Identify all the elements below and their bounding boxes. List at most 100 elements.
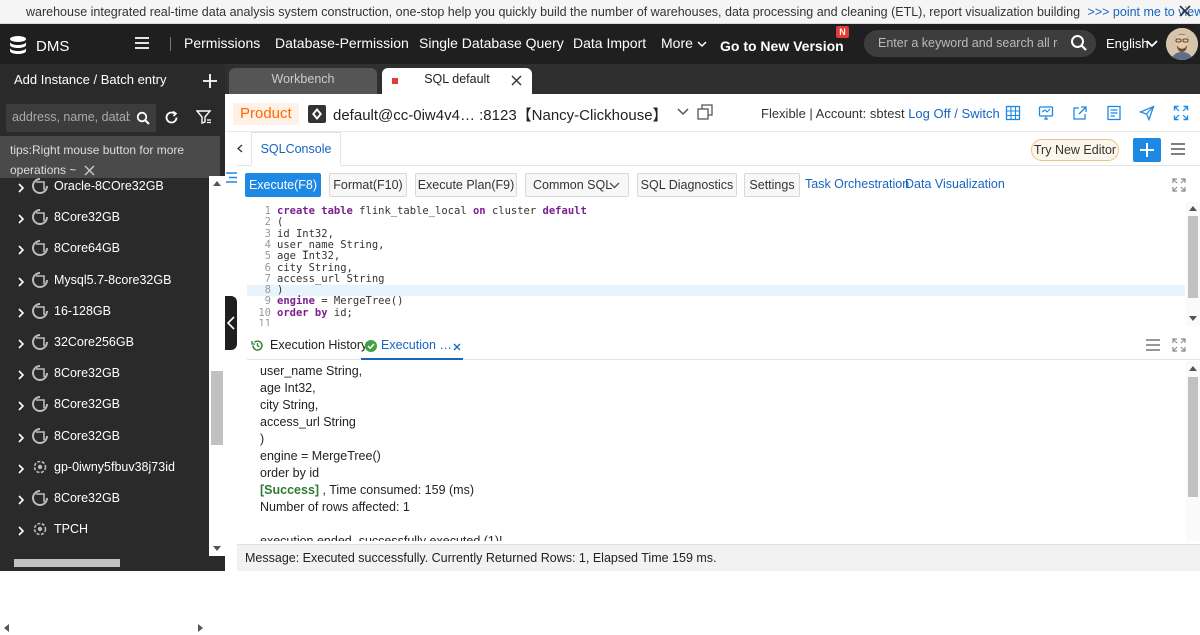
chevron-right-icon[interactable]	[18, 308, 24, 318]
monitor-chat-icon[interactable]	[1038, 105, 1054, 121]
sidebar-item-instance[interactable]: 8Core32GB	[0, 390, 208, 421]
chevron-right-icon[interactable]	[18, 370, 24, 380]
add-instance-link[interactable]: Add Instance / Batch entry	[14, 72, 166, 87]
code-line: 6 city String,	[247, 262, 1185, 274]
external-link-icon[interactable]	[1072, 105, 1088, 121]
search-icon[interactable]	[1070, 34, 1088, 52]
sidebar-scroll-thumb[interactable]	[211, 371, 223, 445]
close-icon[interactable]	[511, 75, 522, 86]
language-selector[interactable]: English	[1106, 36, 1149, 51]
execute-plan-button[interactable]: Execute Plan(F9)	[415, 173, 517, 197]
chevron-right-icon[interactable]	[18, 214, 24, 224]
tab-workbench[interactable]: Workbench	[229, 68, 377, 94]
sidebar-item-instance[interactable]: 8Core64GB	[0, 234, 208, 265]
hamburger-menu-icon[interactable]	[135, 37, 149, 49]
sidebar-horizontal-scrollbar[interactable]	[0, 620, 209, 635]
editor-scroll-thumb[interactable]	[1188, 216, 1198, 298]
task-orchestration-link[interactable]: Task Orchestration	[805, 177, 909, 191]
nav-data-import[interactable]: Data Import	[573, 35, 646, 51]
sidebar-scrollbar[interactable]	[209, 176, 225, 556]
chevron-right-icon[interactable]	[18, 401, 24, 411]
chevron-right-icon[interactable]	[18, 464, 24, 474]
nav-permissions[interactable]: Permissions	[184, 35, 260, 51]
format-button[interactable]: Format(F10)	[329, 173, 407, 197]
expand-icon[interactable]	[1172, 178, 1186, 192]
scroll-right-arrow-icon[interactable]	[198, 624, 204, 632]
execute-button[interactable]: Execute(F8)	[245, 173, 321, 197]
try-new-editor-button[interactable]: Try New Editor	[1031, 139, 1119, 161]
sidebar-item-instance[interactable]: TPCH	[0, 515, 208, 546]
sidebar-item-instance[interactable]: 8Core32GB	[0, 422, 208, 453]
document-list-icon[interactable]	[1106, 105, 1122, 121]
switch-link[interactable]: Switch	[961, 106, 999, 121]
sidebar-hscroll-thumb[interactable]	[14, 559, 120, 567]
status-bar: Message: Executed successfully. Currentl…	[237, 544, 1200, 571]
close-icon[interactable]	[1178, 4, 1192, 18]
scroll-left-arrow-icon[interactable]	[3, 624, 9, 632]
chevron-down-icon[interactable]	[1146, 40, 1158, 48]
code-line: 7 access_url String	[247, 273, 1185, 285]
scroll-up-arrow-icon[interactable]	[1189, 365, 1197, 371]
sidebar-item-instance[interactable]: 32Core256GB	[0, 328, 208, 359]
menu-icon[interactable]	[1171, 143, 1185, 155]
scroll-down-arrow-icon[interactable]	[213, 546, 221, 552]
filter-icon[interactable]	[196, 109, 212, 125]
search-icon[interactable]	[136, 111, 150, 125]
scroll-up-arrow-icon[interactable]	[1189, 205, 1197, 211]
data-visualization-link[interactable]: Data Visualization	[905, 177, 1005, 191]
scroll-down-arrow-icon[interactable]	[1189, 316, 1197, 322]
expand-icon[interactable]	[1172, 338, 1186, 352]
sidebar-item-instance[interactable]: 8Core32GB	[0, 484, 208, 515]
dms-logo[interactable]: DMS	[6, 34, 69, 58]
tab-sqlconsole[interactable]: SQLConsole	[251, 132, 341, 166]
chevron-right-icon[interactable]	[18, 433, 24, 443]
instance-search-input[interactable]	[12, 110, 130, 124]
result-scroll-thumb[interactable]	[1188, 377, 1198, 497]
sidebar-item-instance[interactable]: 8Core32GB	[0, 203, 208, 234]
sidebar-collapse-handle[interactable]	[225, 296, 237, 350]
chevron-right-icon[interactable]	[18, 495, 24, 505]
rows-affected: Number of rows affected: 1	[260, 500, 410, 514]
sidebar-item-instance[interactable]: 16-128GB	[0, 297, 208, 328]
chevron-left-icon[interactable]	[237, 144, 243, 153]
sql-text: )	[277, 284, 284, 297]
sql-diagnostics-button[interactable]: SQL Diagnostics	[637, 173, 737, 197]
chevron-right-icon[interactable]	[18, 277, 24, 287]
tab-execution-result[interactable]: Execution …	[381, 338, 452, 352]
chevron-down-icon[interactable]	[677, 108, 689, 116]
chevron-right-icon[interactable]	[18, 526, 24, 536]
send-icon[interactable]	[1139, 105, 1155, 121]
sql-editor[interactable]: 1 create table flink_table_local on clust…	[247, 202, 1185, 326]
sidebar-item-label: 32Core256GB	[54, 335, 134, 349]
scroll-up-arrow-icon[interactable]	[213, 180, 221, 186]
settings-button[interactable]: Settings	[744, 173, 800, 197]
sidebar-item-label: 8Core32GB	[54, 210, 121, 225]
global-search-input[interactable]	[878, 36, 1058, 50]
nav-more[interactable]: More	[661, 35, 693, 51]
nav-single-database-query[interactable]: Single Database Query	[419, 35, 564, 51]
add-console-button[interactable]	[1133, 138, 1161, 162]
table-grid-icon[interactable]	[1005, 105, 1021, 121]
common-sql-dropdown[interactable]: Common SQL	[525, 173, 629, 197]
tab-sql-default[interactable]: SQL default	[382, 68, 532, 94]
sidebar-item-instance[interactable]: Mysql5.7-8core32GB	[0, 266, 208, 297]
menu-icon[interactable]	[1146, 339, 1160, 351]
sidebar-item-instance[interactable]: 8Core32GB	[0, 359, 208, 390]
database-selector[interactable]: default@cc-0iw4v4… :8123【Nancy-Clickhous…	[333, 104, 668, 125]
chevron-right-icon[interactable]	[18, 245, 24, 255]
nav-database-permission[interactable]: Database-Permission	[275, 35, 409, 51]
sidebar-item-instance[interactable]: gp-0iwny5fbuv38j73id	[0, 453, 208, 484]
sidebar-item-instance[interactable]: Oracle-8COre32GB	[0, 172, 208, 203]
refresh-icon[interactable]	[164, 110, 179, 125]
plus-icon[interactable]	[203, 74, 217, 88]
new-version-link[interactable]: Go to New Version	[720, 38, 844, 54]
chevron-right-icon[interactable]	[18, 183, 24, 193]
copy-icon[interactable]	[697, 104, 713, 120]
logoff-link[interactable]: Log Off	[908, 106, 950, 121]
close-icon[interactable]	[453, 343, 461, 351]
database-stack-icon	[10, 36, 26, 54]
avatar[interactable]	[1166, 28, 1198, 60]
chevron-right-icon[interactable]	[18, 339, 24, 349]
fullscreen-icon[interactable]	[1173, 105, 1189, 121]
tab-execution-history[interactable]: Execution History	[270, 338, 367, 352]
